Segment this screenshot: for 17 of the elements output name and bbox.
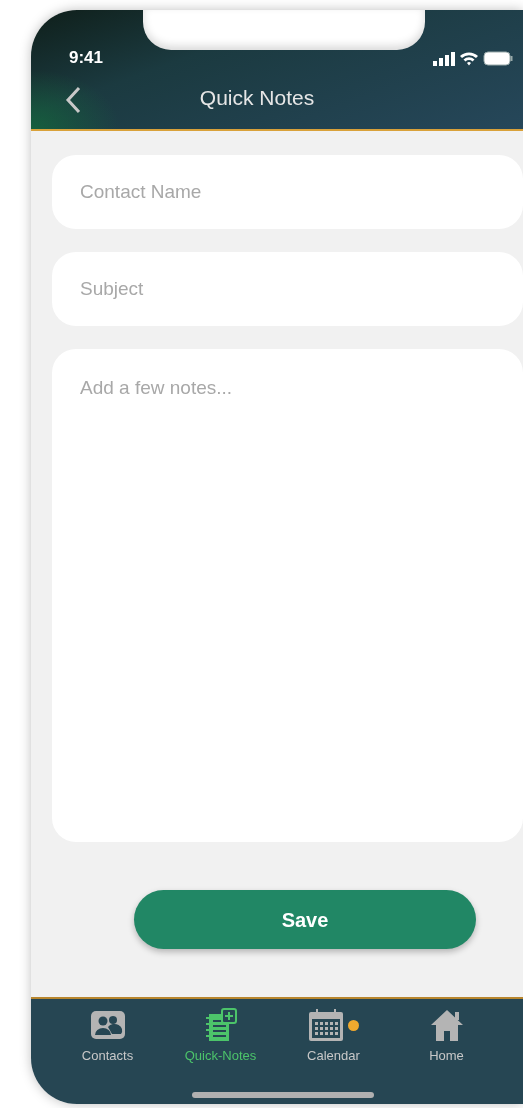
people-icon [89, 1010, 126, 1041]
tab-item[interactable]: Home [390, 1007, 503, 1065]
status-time: 9:41 [69, 49, 104, 66]
text-field[interactable]: Subject [52, 252, 523, 326]
back-icon[interactable] [65, 86, 81, 114]
tab-item[interactable]: Contacts [51, 1007, 164, 1065]
tab-item[interactable]: Calendar [277, 1007, 390, 1065]
notepad-icon [203, 1008, 238, 1043]
text-field[interactable]: Contact Name [52, 155, 523, 229]
wifi-icon [459, 51, 479, 66]
save-button[interactable]: Save [134, 890, 476, 949]
screen-title: Quick Notes [199, 84, 316, 111]
tab-item[interactable]: Quick-Notes [164, 1007, 277, 1065]
signal-icon [433, 51, 455, 66]
calendar-icon [308, 1008, 344, 1043]
notes-field[interactable]: Add a few notes... [52, 349, 523, 842]
battery-icon [483, 51, 513, 66]
